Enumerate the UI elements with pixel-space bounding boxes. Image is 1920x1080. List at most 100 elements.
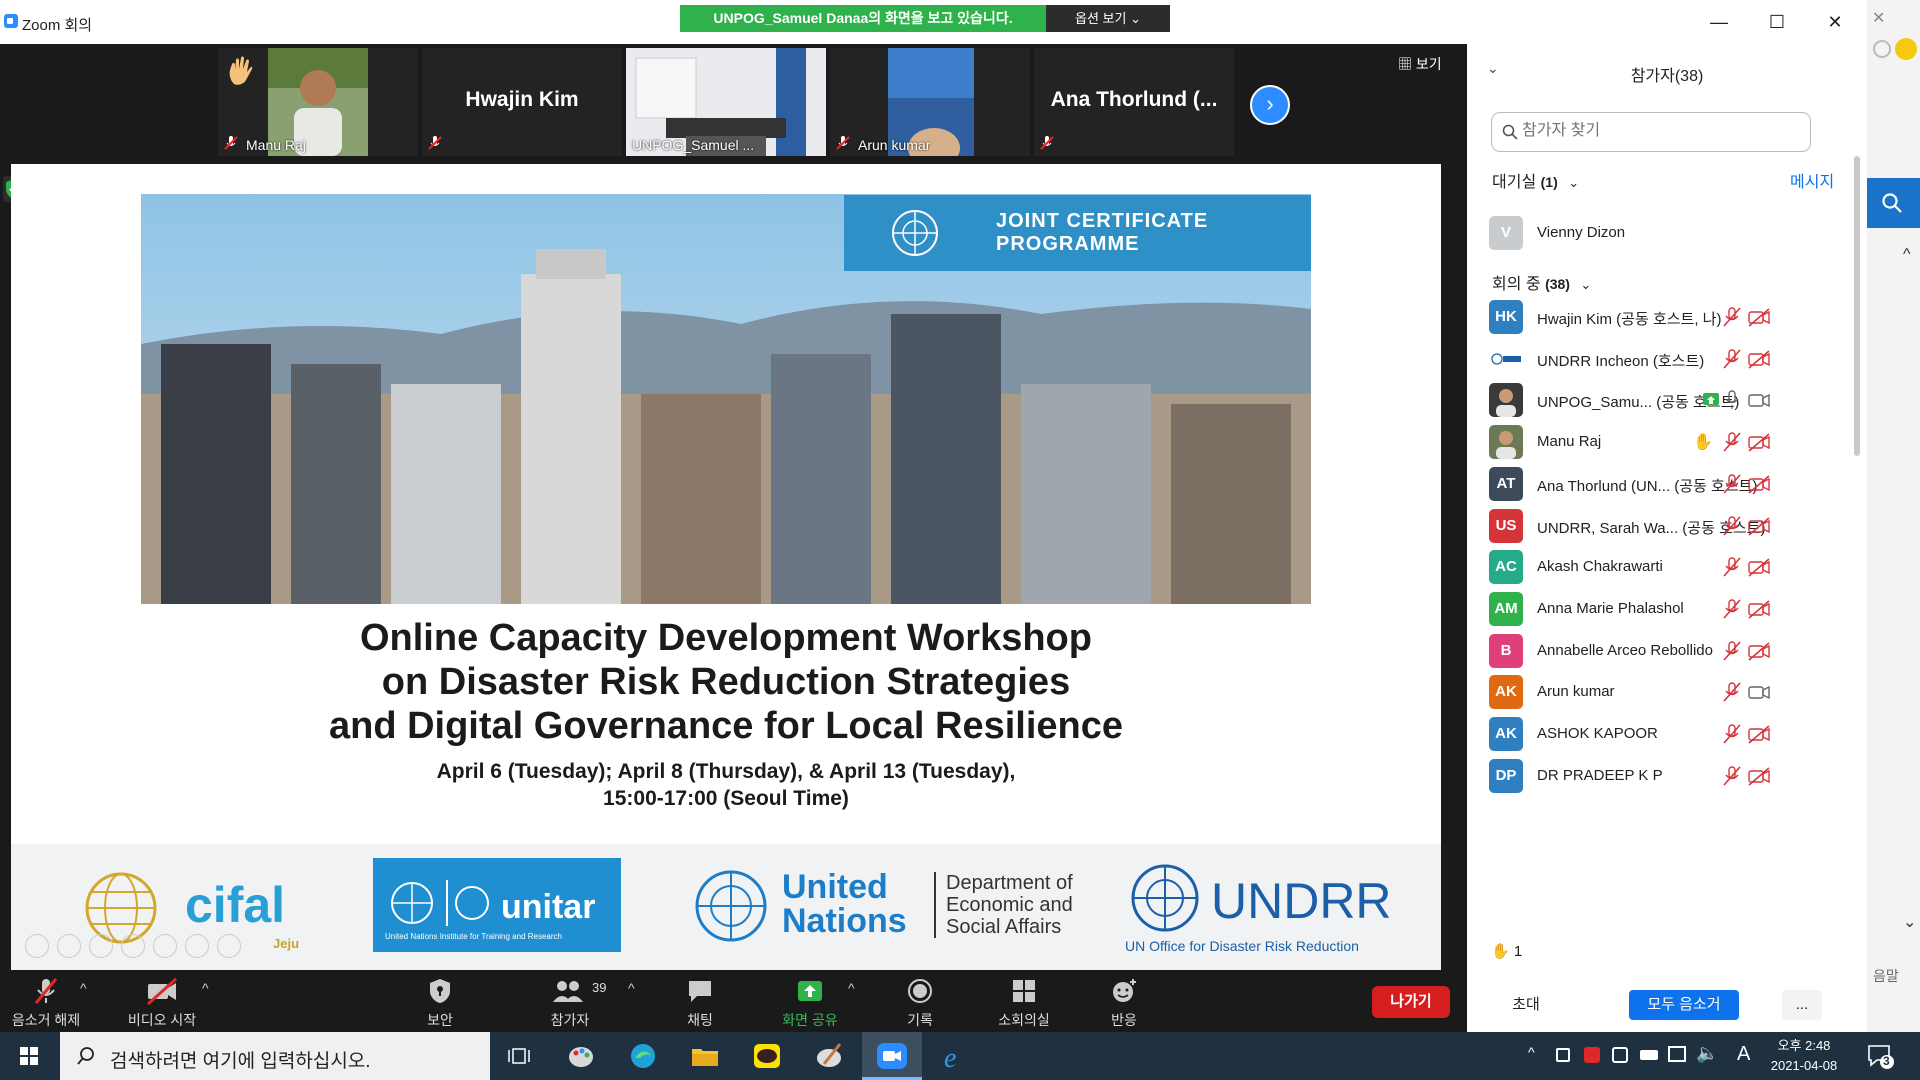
windows-start-icon[interactable]	[0, 1032, 58, 1080]
ime-indicator[interactable]: A	[1737, 1043, 1750, 1066]
video-off-icon[interactable]	[1747, 307, 1770, 327]
mic-muted-icon[interactable]	[1721, 348, 1743, 369]
minimize-button[interactable]: —	[1705, 10, 1733, 34]
prev-slide-icon[interactable]	[25, 934, 49, 958]
record-button[interactable]: 기록	[890, 976, 950, 1030]
unitar-logo: unitar United Nations Institute for Trai…	[373, 858, 621, 952]
tray-dropbox-icon[interactable]	[1584, 1047, 1600, 1063]
video-off-icon[interactable]	[1747, 432, 1770, 452]
cifal-wordmark: cifal	[185, 877, 286, 933]
video-tile-manu-raj[interactable]: Manu Raj	[218, 48, 418, 156]
mic-muted-icon[interactable]	[1721, 557, 1743, 577]
mic-muted-icon	[836, 136, 850, 150]
reactions-button[interactable]: 반응	[1094, 976, 1154, 1030]
bg-emoji-icon[interactable]	[1895, 38, 1917, 60]
share-screen-icon	[798, 981, 822, 1001]
mic-muted-icon[interactable]	[1721, 515, 1743, 536]
subtitle-icon[interactable]	[185, 934, 209, 958]
scrollbar-thumb[interactable]	[1854, 156, 1860, 456]
audio-options-chevron-icon[interactable]: ^	[80, 980, 87, 996]
bg-search-button[interactable]	[1867, 178, 1920, 228]
video-off-icon[interactable]	[1747, 766, 1770, 786]
participants-options-chevron-icon[interactable]: ^	[628, 980, 635, 996]
message-link[interactable]: 메시지	[1790, 168, 1834, 192]
more-options-button[interactable]: ...	[1782, 990, 1822, 1020]
paint-app-icon[interactable]	[564, 1040, 598, 1072]
taskbar-clock[interactable]: 오후 2:48 2021-04-08	[1764, 1036, 1844, 1076]
bg-close-icon[interactable]: ✕	[1872, 8, 1885, 28]
battery-icon[interactable]	[1640, 1050, 1658, 1060]
grid-icon: ▦	[1398, 56, 1416, 72]
video-tile-unpog-samuel[interactable]: UNPOG_Samuel ...	[626, 48, 826, 156]
breakout-rooms-button[interactable]: 소회의실	[984, 976, 1064, 1030]
participant-search[interactable]	[1491, 112, 1811, 152]
video-icon[interactable]	[1747, 390, 1770, 410]
video-off-icon[interactable]	[1747, 599, 1770, 619]
share-screen-button[interactable]: 화면 공유	[770, 976, 850, 1030]
network-icon[interactable]	[1668, 1046, 1686, 1062]
search-input[interactable]	[1522, 122, 1802, 140]
volume-icon[interactable]: 🔈	[1696, 1043, 1718, 1064]
unmute-button[interactable]: 음소거 해제	[6, 976, 86, 1030]
notification-center-button[interactable]: 3	[1865, 1040, 1895, 1070]
paint-brush-icon[interactable]	[812, 1040, 846, 1072]
zoom-icon[interactable]	[153, 934, 177, 958]
mic-muted-icon[interactable]	[1721, 724, 1743, 744]
more-icon[interactable]	[217, 934, 241, 958]
file-explorer-icon[interactable]	[688, 1040, 722, 1072]
taskbar-search-box[interactable]: 검색하려면 여기에 입력하십시오.	[60, 1032, 490, 1080]
participant-row[interactable]: DP DR PRADEEP K P	[1467, 751, 1847, 802]
next-slide-icon[interactable]	[57, 934, 81, 958]
mic-muted-icon[interactable]	[1721, 765, 1743, 786]
mute-all-button[interactable]: 모두 음소거	[1629, 990, 1739, 1020]
waiting-participant-row[interactable]: V Vienny Dizon	[1467, 208, 1847, 259]
mic-muted-icon[interactable]	[1721, 599, 1743, 619]
mic-muted-icon[interactable]	[1721, 682, 1743, 702]
scroll-up-icon[interactable]: ^	[1903, 246, 1911, 264]
slides-icon[interactable]	[121, 934, 145, 958]
mic-icon[interactable]	[1721, 390, 1743, 410]
view-button[interactable]: ▦ 보기	[1398, 54, 1442, 74]
show-hidden-icons-chevron-icon[interactable]: ^	[1528, 1044, 1535, 1060]
video-options-chevron-icon[interactable]: ^	[202, 980, 209, 996]
video-tile-hwajin-kim[interactable]: Hwajin Kim	[422, 48, 622, 156]
tray-security-icon[interactable]	[1612, 1047, 1628, 1063]
scroll-down-icon[interactable]: ⌄	[1903, 912, 1916, 932]
view-options-button[interactable]: 옵션 보기 ⌄	[1046, 5, 1170, 32]
mic-muted-icon[interactable]	[1721, 474, 1743, 494]
leave-button[interactable]: 나가기	[1372, 986, 1450, 1018]
mic-muted-icon[interactable]	[1721, 640, 1743, 661]
chat-button[interactable]: 채팅	[670, 976, 730, 1030]
close-button[interactable]: ✕	[1821, 10, 1849, 34]
video-off-icon[interactable]	[1747, 557, 1770, 577]
security-button[interactable]: 보안	[410, 976, 470, 1030]
pen-icon[interactable]	[89, 934, 113, 958]
video-icon[interactable]	[1747, 682, 1770, 702]
mic-muted-icon[interactable]	[1721, 432, 1743, 452]
bg-settings-icon[interactable]	[1873, 40, 1891, 58]
tray-app-icon[interactable]	[1556, 1048, 1570, 1062]
kakaotalk-icon[interactable]	[750, 1040, 784, 1072]
next-page-button[interactable]: ›	[1250, 85, 1290, 125]
video-off-icon	[147, 977, 177, 1006]
video-tile-ana-thorlund[interactable]: Ana Thorlund (...	[1034, 48, 1234, 156]
video-off-icon[interactable]	[1747, 474, 1770, 494]
invite-button[interactable]: 초대	[1491, 990, 1561, 1020]
video-off-icon[interactable]	[1747, 516, 1770, 536]
edge-browser-icon[interactable]	[626, 1040, 660, 1072]
waiting-room-header[interactable]: 대기실 (1) ⌄	[1492, 168, 1579, 192]
participants-button[interactable]: 참가자	[540, 976, 600, 1030]
task-view-icon[interactable]	[502, 1040, 536, 1072]
internet-explorer-icon[interactable]: e	[936, 1040, 970, 1072]
zoom-taskbar-button[interactable]	[862, 1032, 922, 1080]
in-meeting-header[interactable]: 회의 중 (38) ⌄	[1492, 270, 1591, 294]
start-video-button[interactable]: 비디오 시작	[120, 976, 204, 1030]
share-options-chevron-icon[interactable]: ^	[848, 980, 855, 996]
video-off-icon[interactable]	[1747, 349, 1770, 369]
video-tile-arun-kumar[interactable]: Arun kumar	[830, 48, 1030, 156]
video-off-icon[interactable]	[1747, 641, 1770, 661]
mic-muted-icon[interactable]	[1721, 307, 1743, 327]
maximize-button[interactable]: ☐	[1763, 10, 1791, 34]
video-off-icon[interactable]	[1747, 724, 1770, 744]
mic-muted-icon	[1040, 136, 1054, 150]
